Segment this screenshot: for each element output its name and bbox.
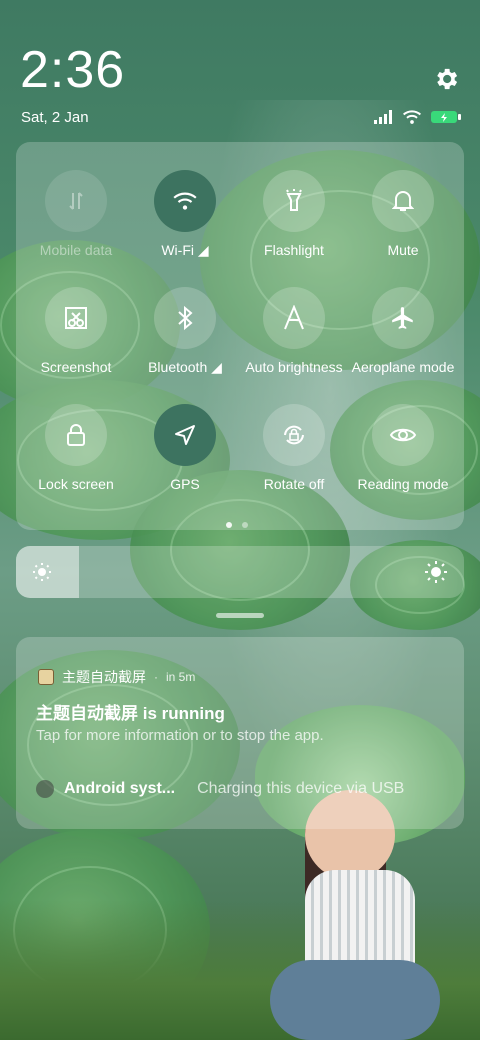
notification-usb[interactable]: Android syst... Charging this device via… (36, 780, 404, 798)
eye-icon (372, 404, 434, 466)
signal-icon (374, 110, 394, 129)
tile-reading-mode[interactable]: Reading mode (347, 404, 459, 492)
auto-brightness-icon (263, 287, 325, 349)
tile-aeroplane-mode[interactable]: Aeroplane mode (347, 287, 459, 375)
notification-card[interactable]: 主题自动截屏 · in 5m 主题自动截屏 is running Tap for… (16, 637, 464, 829)
brightness-slider[interactable] (16, 546, 464, 598)
tile-label: Mute (387, 242, 419, 258)
tile-label: Auto brightness (245, 359, 343, 375)
tile-bluetooth[interactable]: Bluetooth ◢ (129, 287, 241, 376)
lock-icon (45, 404, 107, 466)
date-label[interactable]: Sat, 2 Jan (21, 109, 89, 126)
tile-auto-brightness[interactable]: Auto brightness (238, 287, 350, 375)
page-indicator (226, 522, 248, 528)
tile-screenshot[interactable]: Screenshot (20, 287, 132, 375)
brightness-high-icon (424, 560, 448, 589)
tile-label: Lock screen (38, 476, 114, 492)
tile-label: Rotate off (263, 476, 325, 492)
tile-label: Screenshot (40, 359, 112, 375)
notification-body: Tap for more information or to stop the … (36, 727, 324, 744)
app-icon (38, 669, 54, 685)
notification-usb-title: Android syst... (64, 780, 176, 797)
airplane-icon (372, 287, 434, 349)
wifi-icon (154, 170, 216, 232)
tile-gps[interactable]: GPS (129, 404, 241, 492)
tile-label: Wi-Fi ◢ (161, 242, 209, 258)
page-dot-active (226, 522, 232, 528)
separator-dot: · (154, 670, 158, 684)
tile-flashlight[interactable]: Flashlight (238, 170, 350, 258)
tile-mobile-data[interactable]: Mobile data (20, 170, 132, 258)
tile-label: GPS (170, 476, 200, 492)
tile-label: Flashlight (264, 242, 324, 258)
clock-time[interactable]: 2:36 (20, 40, 125, 100)
notification-header: 主题自动截屏 · in 5m (38, 667, 195, 687)
tile-mute[interactable]: Mute (347, 170, 459, 258)
wifi-status-icon (402, 109, 422, 130)
notification-usb-text: Charging this device via USB (197, 780, 405, 797)
status-icons (374, 109, 462, 130)
brightness-low-icon (32, 562, 52, 587)
battery-charging-icon (430, 109, 462, 130)
tile-label: Mobile data (39, 242, 113, 258)
tile-label: Bluetooth ◢ (148, 359, 222, 375)
notification-time: in 5m (166, 670, 196, 684)
tile-label: Reading mode (357, 476, 449, 492)
flashlight-icon (263, 170, 325, 232)
screenshot-icon (45, 287, 107, 349)
tile-label: Aeroplane mode (351, 359, 455, 375)
rotate-lock-icon (263, 404, 325, 466)
girl-skirt (270, 960, 440, 1040)
bluetooth-icon (154, 287, 216, 349)
settings-gear-icon[interactable] (432, 65, 460, 93)
tile-rotate[interactable]: Rotate off (238, 404, 350, 492)
page-dot (242, 522, 248, 528)
tile-wifi[interactable]: Wi-Fi ◢ (129, 170, 241, 259)
notification-title: 主题自动截屏 is running (36, 704, 225, 723)
location-arrow-icon (154, 404, 216, 466)
mobile-data-icon (45, 170, 107, 232)
drag-handle[interactable] (216, 613, 264, 618)
tile-lock-screen[interactable]: Lock screen (20, 404, 132, 492)
bell-icon (372, 170, 434, 232)
android-system-icon (36, 780, 54, 798)
notification-app-name: 主题自动截屏 (62, 669, 146, 685)
